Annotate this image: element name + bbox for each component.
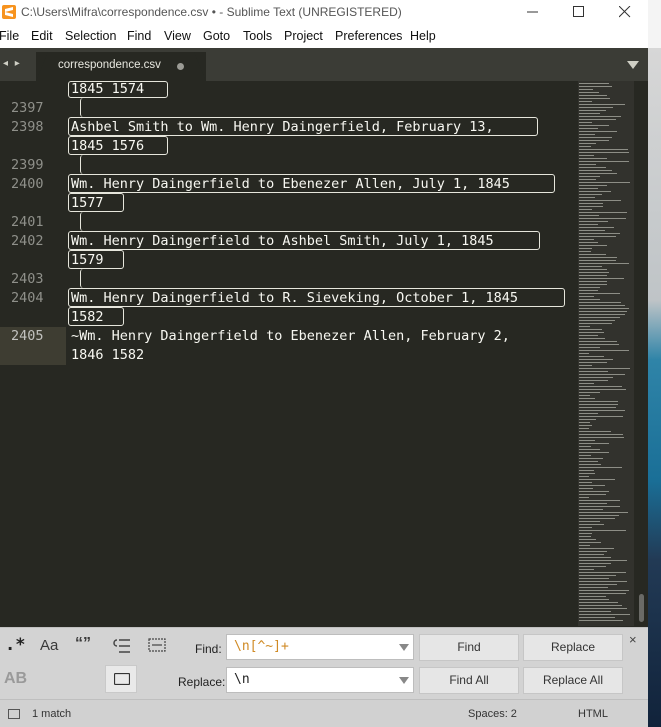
desktop-background [648, 0, 661, 727]
code-line[interactable]: 1846 1582 [71, 347, 144, 363]
window-title: C:\Users\Mifra\correspondence.csv • - Su… [21, 5, 402, 19]
syntax-status[interactable]: HTML [578, 708, 608, 720]
replace-all-button[interactable]: Replace All [523, 667, 623, 694]
maximize-button[interactable] [556, 0, 602, 25]
find-label: Find: [195, 642, 222, 656]
menu-selection[interactable]: Selection [65, 29, 116, 43]
replace-input[interactable]: \n [226, 667, 414, 693]
minimap-viewport[interactable] [578, 81, 634, 626]
tab-label: correspondence.csv [58, 59, 161, 71]
replace-button[interactable]: Replace [523, 634, 623, 661]
find-history-dropdown-icon[interactable] [399, 644, 409, 651]
code-line[interactable]: 1582 [71, 309, 104, 325]
chevron-down-icon[interactable] [627, 61, 639, 69]
code-line[interactable]: Wm. Henry Daingerfield to R. Sieveking, … [71, 290, 518, 306]
wrap-icon[interactable] [113, 638, 131, 654]
match-highlight [80, 212, 540, 231]
match-highlight [80, 98, 540, 117]
line-number-active: 2405 [11, 328, 44, 344]
replace-label: Replace: [178, 675, 226, 689]
sublime-window: C:\Users\Mifra\correspondence.csv • - Su… [0, 0, 648, 727]
menu-help[interactable]: Help [410, 29, 436, 43]
code-line[interactable]: Ashbel Smith to Wm. Henry Daingerfield, … [71, 119, 494, 135]
regex-toggle[interactable]: .* [5, 635, 25, 655]
unsaved-dot-icon[interactable] [177, 63, 184, 70]
title-bar: C:\Users\Mifra\correspondence.csv • - Su… [0, 0, 648, 25]
highlight-matches-button[interactable] [105, 665, 137, 693]
panel-toggle-icon[interactable] [8, 709, 20, 719]
line-number: 2400 [11, 176, 44, 192]
code-line[interactable]: 1579 [71, 252, 104, 268]
menu-project[interactable]: Project [284, 29, 323, 43]
scrollbar-thumb[interactable] [639, 594, 644, 622]
menu-tools[interactable]: Tools [243, 29, 272, 43]
indentation-status[interactable]: Spaces: 2 [468, 708, 517, 720]
code-line[interactable]: 1845 1576 [71, 138, 144, 154]
find-input[interactable]: \n[^~]+ [226, 634, 414, 660]
close-find-panel-icon[interactable]: × [629, 632, 637, 647]
code-line[interactable]: Wm. Henry Daingerfield to Ashbel Smith, … [71, 233, 494, 249]
line-number: 2399 [11, 157, 44, 173]
vertical-scrollbar[interactable] [638, 81, 646, 627]
match-highlight [80, 269, 565, 288]
menu-find[interactable]: Find [127, 29, 151, 43]
case-sensitive-toggle[interactable]: Aa [40, 637, 58, 654]
line-number: 2397 [11, 100, 44, 116]
preserve-case-toggle[interactable]: AB [4, 670, 27, 688]
menu-bar: File Edit Selection Find View Goto Tools… [0, 25, 648, 48]
minimize-icon [527, 11, 538, 13]
find-replace-panel: .* Aa “” AB Find: \n[^~]+ Replace: \n Fi… [0, 627, 648, 699]
line-number: 2398 [11, 119, 44, 135]
minimize-button[interactable] [510, 0, 556, 25]
close-button[interactable] [602, 0, 648, 25]
close-icon [619, 6, 631, 18]
code-line-active[interactable]: ~Wm. Henry Daingerfield to Ebenezer Alle… [71, 328, 510, 344]
menu-edit[interactable]: Edit [31, 29, 53, 43]
match-highlight [80, 155, 555, 174]
tab-nav-arrows[interactable]: ◂ ▸ [3, 58, 22, 69]
replace-history-dropdown-icon[interactable] [399, 677, 409, 684]
maximize-icon [573, 6, 584, 17]
find-button[interactable]: Find [419, 634, 519, 661]
line-number: 2401 [11, 214, 44, 230]
highlight-matches-icon [114, 673, 130, 685]
code-line[interactable]: 1577 [71, 195, 104, 211]
code-line[interactable]: Wm. Henry Daingerfield to Ebenezer Allen… [71, 176, 510, 192]
line-number: 2404 [11, 290, 44, 306]
menu-goto[interactable]: Goto [203, 29, 230, 43]
in-selection-icon[interactable] [148, 638, 166, 652]
code-line[interactable]: 1845 1574 [71, 81, 144, 97]
line-number: 2402 [11, 233, 44, 249]
find-input-value: \n[^~]+ [234, 639, 289, 654]
menu-view[interactable]: View [164, 29, 191, 43]
replace-input-value: \n [234, 672, 250, 687]
line-number: 2403 [11, 271, 44, 287]
find-all-button[interactable]: Find All [419, 667, 519, 694]
menu-preferences[interactable]: Preferences [335, 29, 402, 43]
menu-file[interactable]: File [0, 29, 19, 43]
status-bar: 1 match Spaces: 2 HTML [0, 699, 648, 727]
whole-word-toggle[interactable]: “” [75, 635, 91, 653]
sublime-text-icon [2, 5, 16, 19]
match-count: 1 match [32, 708, 72, 720]
